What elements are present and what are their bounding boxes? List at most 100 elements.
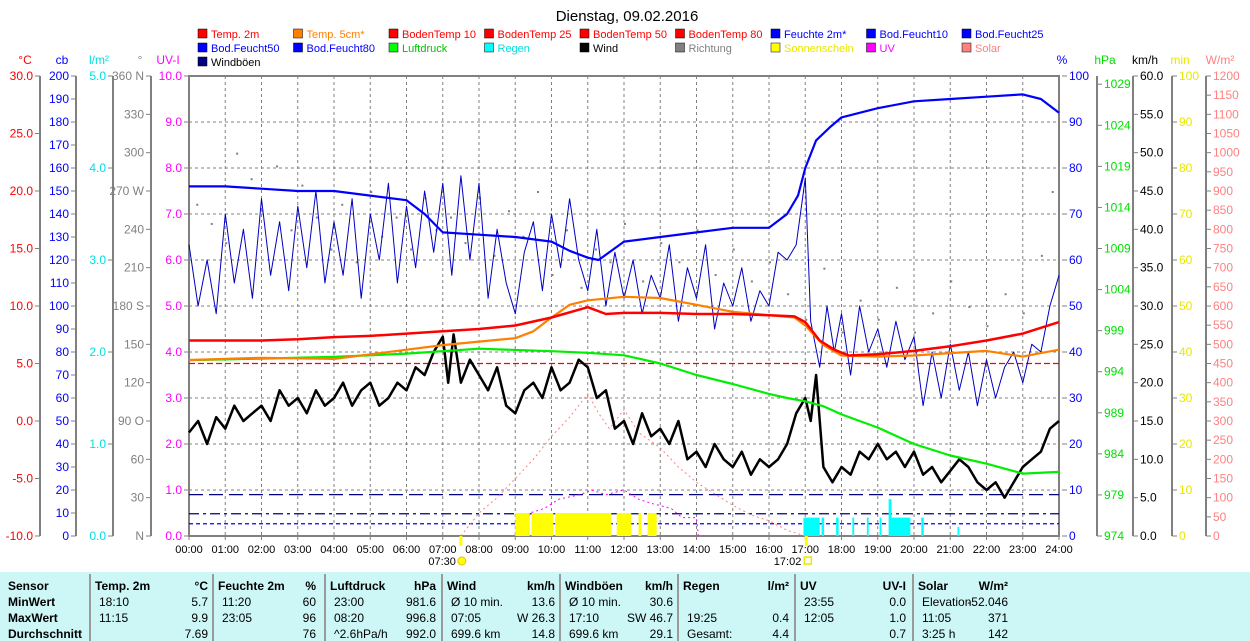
stat-value: 7.69 — [184, 627, 208, 641]
axis-tick-label: 55.0 — [1140, 107, 1164, 121]
legend-label: UV — [880, 43, 896, 55]
column-separator — [212, 574, 214, 641]
axis-tick-label: 100 — [1069, 69, 1089, 83]
axis-tick-label: 80 — [56, 345, 70, 359]
axis-tick-label: 50 — [56, 414, 70, 428]
legend-item: Bod.Feucht50 — [197, 42, 280, 55]
x-tick-label: 08:00 — [465, 544, 493, 556]
axis-tick-label: 150 — [49, 184, 69, 198]
chart-title: Dienstag, 09.02.2016 — [556, 8, 699, 25]
point — [877, 318, 880, 321]
axis-tick-label: 0 — [1213, 529, 1220, 543]
axis-tick-label: 3.0 — [89, 253, 106, 267]
point — [410, 248, 413, 251]
legend-label: Bod.Feucht50 — [211, 43, 280, 55]
axis-tick-label: 30 — [1069, 391, 1083, 405]
stat-value: -52.046 — [967, 595, 1008, 609]
column-unit: km/h — [526, 579, 555, 593]
point — [250, 178, 253, 181]
x-tick-label: 18:00 — [828, 544, 856, 556]
axis-tick-label: 1150 — [1213, 88, 1239, 102]
legend-item: Temp. 5cm* — [293, 28, 365, 41]
column-separator — [794, 574, 796, 641]
point — [624, 222, 626, 225]
point — [769, 261, 771, 264]
legend-swatch — [388, 28, 399, 39]
sunrise-marker — [459, 536, 463, 546]
row-label: Sensor — [8, 579, 49, 593]
axis-tick-label: 900 — [1213, 184, 1233, 198]
axis-tick-label: 200 — [49, 69, 69, 83]
point — [805, 318, 808, 321]
point — [450, 216, 452, 219]
axis-tick-label: 5.0 — [16, 357, 33, 371]
axis-tick-label: 10 — [56, 506, 70, 520]
axis-tick-label: 30.0 — [1140, 299, 1164, 313]
axis-tick-label: 80 — [1069, 161, 1083, 175]
point — [642, 280, 645, 283]
bar — [616, 513, 632, 536]
axis-tick-label: 30.0 — [10, 69, 34, 83]
axis-tick-label: 10 — [1069, 483, 1083, 497]
legend-swatch — [484, 28, 494, 39]
bar — [866, 517, 869, 536]
legend-swatch — [388, 42, 399, 53]
bar — [555, 513, 612, 536]
axis-tick-label: 1009 — [1104, 242, 1131, 256]
hum-axis: % 0 10 20 30 40 50 60 70 80 90 100 — [1057, 53, 1090, 543]
wind-axis: km/h 0.0 5.0 10.0 15.0 20.0 25.0 30.0 35.0 40.0 45… — [1132, 53, 1164, 543]
axis-tick-label: 40 — [1179, 345, 1193, 359]
stat-value: 29.1 — [649, 627, 673, 641]
point — [464, 242, 467, 245]
legend-swatch — [579, 28, 590, 39]
bar — [852, 517, 855, 536]
x-tick-label: 12:00 — [610, 544, 638, 556]
axis-tick-label: 35.0 — [1140, 261, 1164, 275]
axis-tick-label: 100 — [1179, 69, 1199, 83]
axis-unit-label: min — [1170, 53, 1189, 67]
legend-label: Richtung — [689, 43, 732, 55]
axis-tick-label: 130 — [49, 230, 69, 244]
axis-tick-label: 170 — [49, 138, 69, 152]
axis-tick-label: 999 — [1104, 324, 1124, 338]
legend-swatch — [484, 42, 494, 53]
axis-tick-label: 0 — [62, 529, 69, 543]
axis-tick-label: 1024 — [1104, 118, 1131, 132]
axis-tick-label: 15.0 — [1140, 414, 1164, 428]
stat-value: 9.9 — [191, 611, 208, 625]
legend-item: Sonnenschein — [770, 42, 854, 55]
axis-tick-label: 1050 — [1213, 127, 1240, 141]
axis-tick-label: 1029 — [1104, 77, 1131, 91]
x-tick-label: 00:00 — [175, 544, 203, 556]
series-line — [460, 393, 806, 537]
bar — [515, 513, 530, 536]
legend-swatch — [293, 42, 303, 53]
x-tick-label: 03:00 — [284, 544, 312, 556]
legend-swatch — [293, 28, 303, 39]
column-unit: W/m² — [978, 579, 1008, 593]
axis-tick-label: 90 — [1069, 115, 1083, 129]
legend-swatch — [675, 28, 685, 39]
x-tick-label: 04:00 — [320, 544, 348, 556]
legend-item: BodenTemp 25 — [484, 28, 572, 41]
axis-tick-label: 50.0 — [1140, 146, 1164, 160]
legend-swatch — [770, 28, 781, 39]
legend-swatch — [961, 42, 972, 53]
point — [566, 229, 568, 232]
x-tick-label: 23:00 — [1009, 544, 1037, 556]
axis-tick-label: 180 — [49, 115, 69, 129]
stat-value: 14.8 — [531, 627, 555, 641]
axis-tick-label: 330 — [124, 107, 144, 121]
x-tick-label: 20:00 — [900, 544, 928, 556]
point — [395, 216, 398, 219]
x-tick-label: 19:00 — [864, 544, 892, 556]
axis-tick-label: 90 O — [118, 414, 144, 428]
axis-tick-label: 7.0 — [165, 207, 182, 221]
axis-tick-label: 360 N — [112, 69, 144, 83]
legend-item: Feuchte 2m* — [770, 28, 847, 41]
axis-tick-label: 25.0 — [1140, 337, 1164, 351]
point — [595, 248, 597, 251]
axis-tick-label: 45.0 — [1140, 184, 1164, 198]
legend-label: Windböen — [211, 57, 261, 69]
legend-item: UV — [866, 42, 896, 55]
